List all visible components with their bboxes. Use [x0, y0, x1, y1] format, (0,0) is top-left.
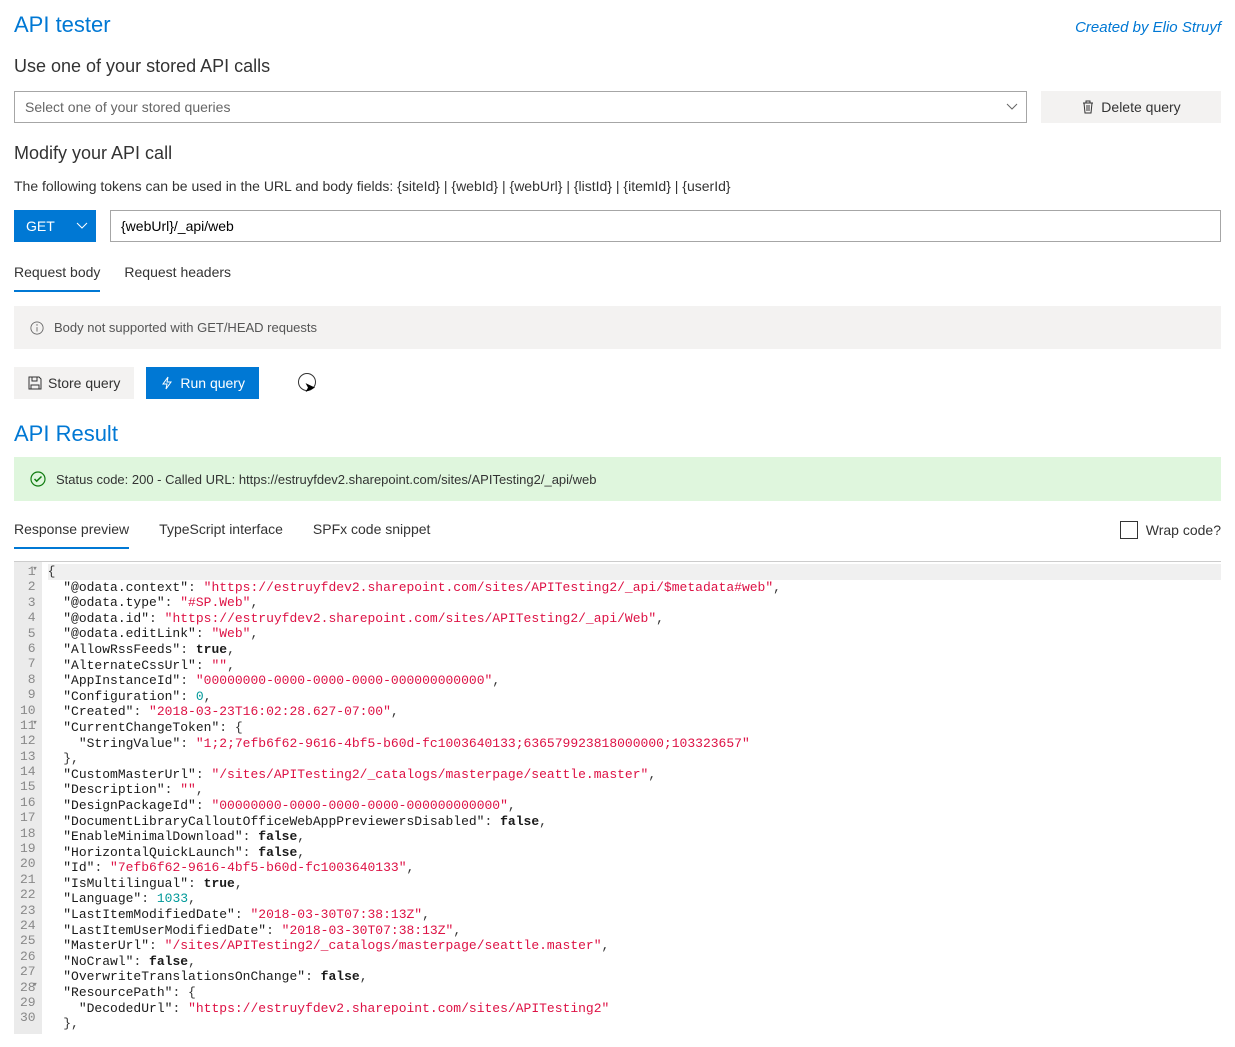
code-gutter: 1▾234567891011▾1213141516171819202122232…: [14, 562, 42, 1034]
wrap-code-label: Wrap code?: [1146, 522, 1221, 538]
api-result-heading: API Result: [14, 421, 1221, 447]
api-url-input[interactable]: [110, 210, 1221, 242]
chevron-down-icon: [76, 220, 88, 232]
tab-request-headers[interactable]: Request headers: [124, 254, 231, 292]
stored-heading: Use one of your stored API calls: [14, 56, 1221, 77]
lightning-icon: [160, 376, 174, 390]
modify-heading: Modify your API call: [14, 143, 1221, 164]
body-unsupported-text: Body not supported with GET/HEAD request…: [54, 320, 317, 335]
run-query-button[interactable]: Run query: [146, 367, 259, 399]
save-icon: [28, 376, 42, 390]
tokens-note: The following tokens can be used in the …: [14, 178, 1221, 194]
response-code-panel: 1▾234567891011▾1213141516171819202122232…: [14, 561, 1221, 1034]
http-method-dropdown[interactable]: GET: [14, 210, 96, 242]
run-query-label: Run query: [180, 375, 245, 391]
page-title: API tester: [14, 12, 111, 38]
tab-typescript-interface[interactable]: TypeScript interface: [159, 511, 283, 549]
checkmark-circle-icon: [30, 471, 46, 487]
cursor-indicator: [298, 373, 316, 391]
chevron-down-icon: [1006, 101, 1018, 113]
tab-request-body[interactable]: Request body: [14, 254, 100, 292]
delete-query-label: Delete query: [1101, 99, 1180, 115]
trash-icon: [1081, 100, 1095, 114]
store-query-label: Store query: [48, 375, 120, 391]
http-method-value: GET: [26, 218, 55, 234]
stored-query-placeholder: Select one of your stored queries: [25, 99, 230, 115]
checkbox-icon: [1120, 521, 1138, 539]
delete-query-button[interactable]: Delete query: [1041, 91, 1221, 123]
tab-response-preview[interactable]: Response preview: [14, 511, 129, 549]
wrap-code-checkbox[interactable]: Wrap code?: [1120, 521, 1221, 539]
store-query-button[interactable]: Store query: [14, 367, 134, 399]
info-icon: [30, 321, 44, 335]
status-success-bar: Status code: 200 - Called URL: https://e…: [14, 457, 1221, 501]
cursor-arrow-icon: ➤: [304, 379, 316, 396]
body-unsupported-info: Body not supported with GET/HEAD request…: [14, 306, 1221, 349]
code-content[interactable]: { "@odata.context": "https://estruyfdev2…: [42, 562, 1221, 1034]
credit-link[interactable]: Created by Elio Struyf: [1075, 19, 1221, 36]
status-text: Status code: 200 - Called URL: https://e…: [56, 472, 597, 487]
stored-query-dropdown[interactable]: Select one of your stored queries: [14, 91, 1027, 123]
tab-spfx-snippet[interactable]: SPFx code snippet: [313, 511, 431, 549]
